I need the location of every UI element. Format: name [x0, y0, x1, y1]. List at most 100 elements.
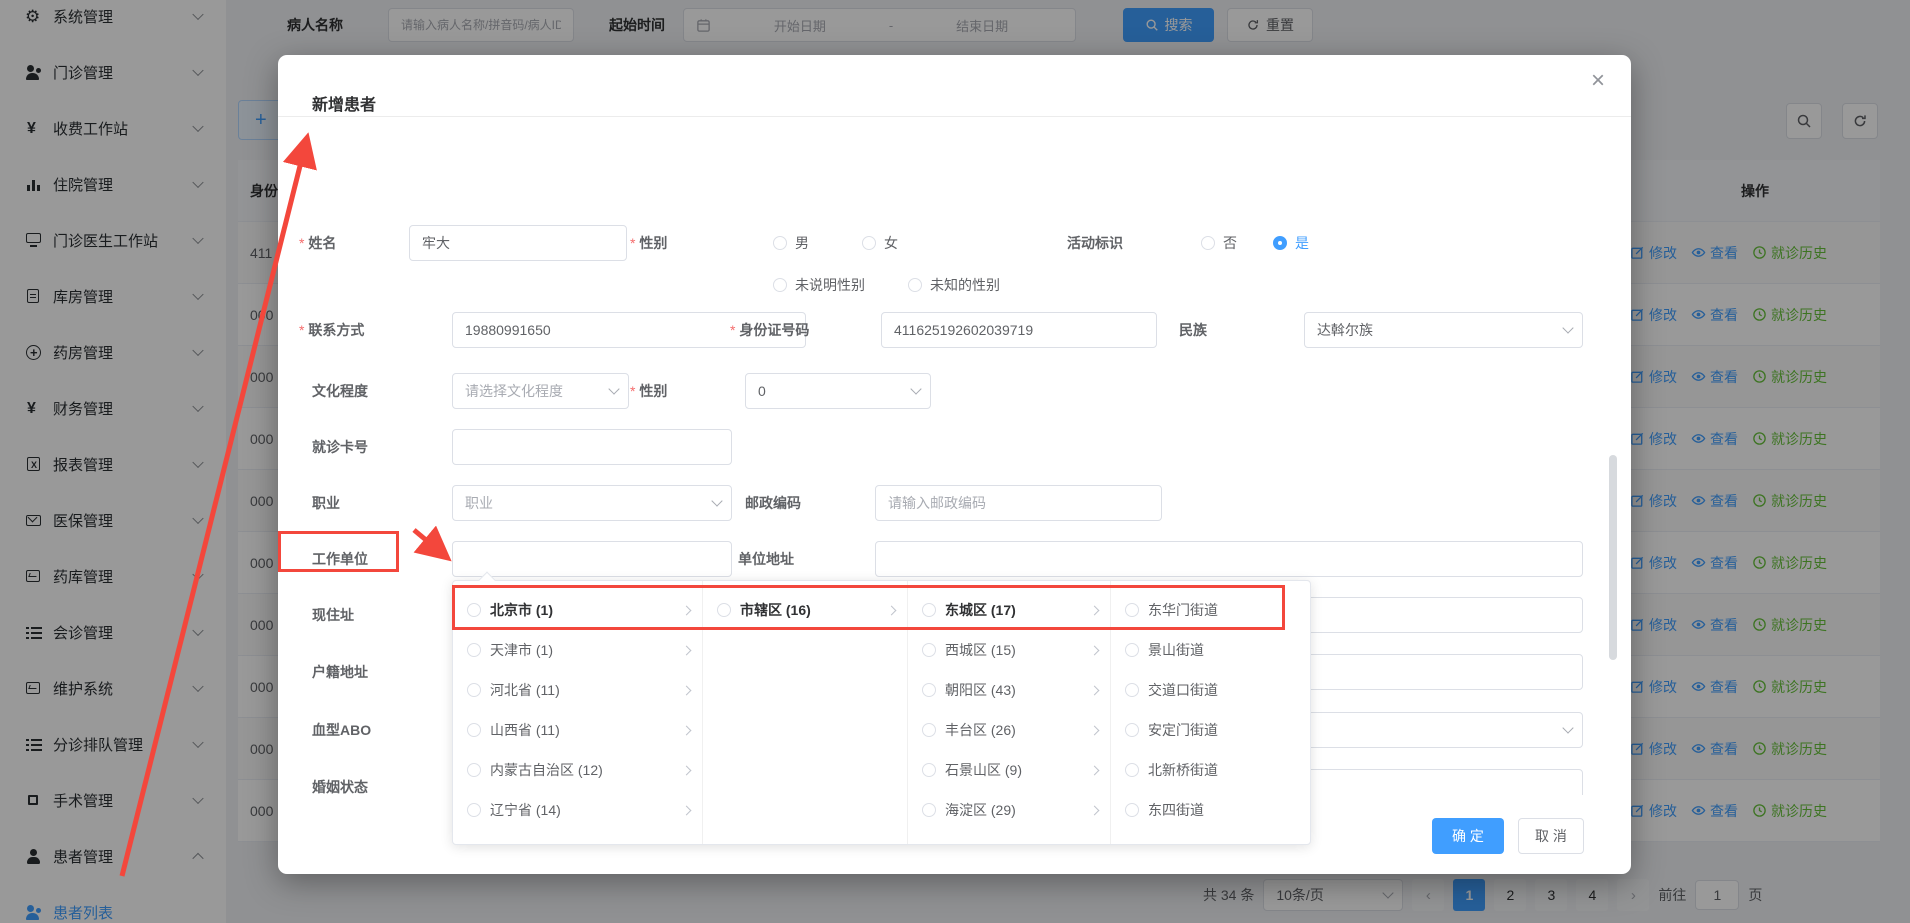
radio-icon — [922, 603, 936, 617]
ethnicity-select[interactable]: 达斡尔族 — [1304, 312, 1583, 348]
chevron-right-icon — [1090, 725, 1100, 735]
name-input[interactable] — [409, 225, 627, 261]
cascader-option[interactable]: 辽宁省 (14) — [453, 790, 702, 830]
chevron-right-icon — [1090, 605, 1100, 615]
cascader-option-label: 市辖区 (16) — [740, 600, 879, 620]
postal-code-input[interactable] — [875, 485, 1162, 521]
cascader-option-label: 海淀区 (29) — [945, 800, 1082, 820]
radio-label: 女 — [884, 233, 898, 253]
chevron-right-icon — [682, 685, 692, 695]
id-number-input[interactable] — [881, 312, 1157, 348]
education-placeholder: 请选择文化程度 — [465, 381, 563, 401]
unit-address-input[interactable] — [875, 541, 1583, 577]
dialog-title: 新增患者 — [312, 91, 376, 115]
occupation-placeholder: 职业 — [465, 493, 493, 513]
gender-radio-female[interactable]: 女 — [862, 225, 898, 261]
cascader-option[interactable]: 海淀区 (29) — [908, 790, 1110, 830]
gender-radio-male[interactable]: 男 — [773, 225, 809, 261]
cascader-option-label: 天津市 (1) — [490, 640, 674, 660]
radio-icon — [773, 278, 787, 292]
cascader-option-label: 内蒙古自治区 (12) — [490, 760, 674, 780]
chevron-down-icon — [1562, 722, 1573, 733]
id-number-label: 身份证号码 — [730, 312, 809, 348]
radio-label: 否 — [1223, 233, 1237, 253]
cascader-option[interactable]: 北新桥街道 — [1111, 750, 1310, 790]
gender-radio-unknown[interactable]: 未知的性别 — [908, 267, 1000, 303]
gender-code-select[interactable]: 0 — [745, 373, 931, 409]
chevron-down-icon — [711, 495, 722, 506]
cascader-option[interactable]: 朝阳区 (43) — [908, 670, 1110, 710]
cascader-option[interactable]: 西城区 (15) — [908, 630, 1110, 670]
cascader-option[interactable]: 石景山区 (9) — [908, 750, 1110, 790]
cascader-option-label: 河北省 (11) — [490, 680, 674, 700]
radio-checked-icon — [1273, 236, 1287, 250]
chevron-right-icon — [1090, 685, 1100, 695]
radio-icon — [467, 723, 481, 737]
radio-label: 是 — [1295, 233, 1309, 253]
cascader-option[interactable]: 东华门街道 — [1111, 590, 1310, 630]
cascader-option[interactable]: 安定门街道 — [1111, 710, 1310, 750]
modal-scrollbar[interactable] — [1609, 455, 1617, 660]
cascader-option-label: 东华门街道 — [1148, 600, 1298, 620]
chevron-right-icon — [1090, 765, 1100, 775]
cascader-column-province: 北京市 (1) 天津市 (1) 河北省 (11) 山西省 — [453, 581, 703, 844]
radio-icon — [922, 723, 936, 737]
cancel-button[interactable]: 取 消 — [1518, 818, 1584, 854]
cascader-option[interactable]: 内蒙古自治区 (12) — [453, 750, 702, 790]
cascader-option[interactable]: 河北省 (11) — [453, 670, 702, 710]
cascader-column-street: 东华门街道 景山街道 交道口街道 安定门街道 — [1111, 581, 1310, 844]
ethnicity-value: 达斡尔族 — [1317, 320, 1373, 340]
household-address-label: 户籍地址 — [312, 654, 368, 690]
radio-icon — [1125, 723, 1139, 737]
radio-icon — [717, 603, 731, 617]
cascader-option[interactable]: 市辖区 (16) — [703, 590, 907, 630]
gender-code-value: 0 — [758, 383, 766, 399]
radio-icon — [467, 803, 481, 817]
cascader-option[interactable]: 天津市 (1) — [453, 630, 702, 670]
address-cascader-dropdown: 北京市 (1) 天津市 (1) 河北省 (11) 山西省 — [452, 580, 1311, 845]
gender-radio-unstated[interactable]: 未说明性别 — [773, 267, 865, 303]
chevron-right-icon — [682, 805, 692, 815]
active-flag-radio-no[interactable]: 否 — [1201, 225, 1237, 261]
cascader-option[interactable]: 东城区 (17) — [908, 590, 1110, 630]
cascader-option[interactable]: 丰台区 (26) — [908, 710, 1110, 750]
cascader-option[interactable]: 东四街道 — [1111, 790, 1310, 830]
close-icon[interactable]: × — [1591, 69, 1605, 93]
visit-card-label: 就诊卡号 — [312, 429, 368, 465]
education-label: 文化程度 — [312, 373, 368, 409]
radio-icon — [908, 278, 922, 292]
education-select[interactable]: 请选择文化程度 — [452, 373, 629, 409]
cascader-option[interactable]: 山西省 (11) — [453, 710, 702, 750]
work-unit-label: 工作单位 — [312, 541, 368, 577]
blood-type-label: 血型ABO — [312, 712, 371, 748]
radio-icon — [1125, 683, 1139, 697]
contact-label: 联系方式 — [299, 312, 364, 348]
cascader-option[interactable]: 交道口街道 — [1111, 670, 1310, 710]
add-patient-dialog: 新增患者 × 姓名 性别 男 女 活动标识 否 是 未说明性别 未知的性别 联系… — [278, 55, 1631, 874]
work-unit-input[interactable] — [452, 541, 732, 577]
confirm-button[interactable]: 确 定 — [1432, 818, 1504, 854]
cascader-option-label: 西城区 (15) — [945, 640, 1082, 660]
radio-icon — [1125, 803, 1139, 817]
cascader-option[interactable]: 景山街道 — [1111, 630, 1310, 670]
cascader-column-district: 东城区 (17) 西城区 (15) 朝阳区 (43) 丰台 — [908, 581, 1111, 844]
radio-icon — [467, 603, 481, 617]
cascader-option[interactable]: 北京市 (1) — [453, 590, 702, 630]
radio-label: 未说明性别 — [795, 275, 865, 295]
occupation-select[interactable]: 职业 — [452, 485, 732, 521]
cascader-option-label: 东城区 (17) — [945, 600, 1082, 620]
radio-label: 男 — [795, 233, 809, 253]
radio-icon — [922, 803, 936, 817]
cascader-option-label: 山西省 (11) — [490, 720, 674, 740]
chevron-right-icon — [682, 605, 692, 615]
cascader-option-label: 北新桥街道 — [1148, 760, 1298, 780]
radio-icon — [922, 683, 936, 697]
marital-status-label: 婚姻状态 — [312, 769, 368, 795]
radio-icon — [1125, 603, 1139, 617]
chevron-down-icon — [1562, 322, 1573, 333]
active-flag-radio-yes[interactable]: 是 — [1273, 225, 1309, 261]
chevron-down-icon — [910, 383, 921, 394]
visit-card-input[interactable] — [452, 429, 732, 465]
active-flag-label: 活动标识 — [1067, 225, 1123, 261]
radio-icon — [773, 236, 787, 250]
